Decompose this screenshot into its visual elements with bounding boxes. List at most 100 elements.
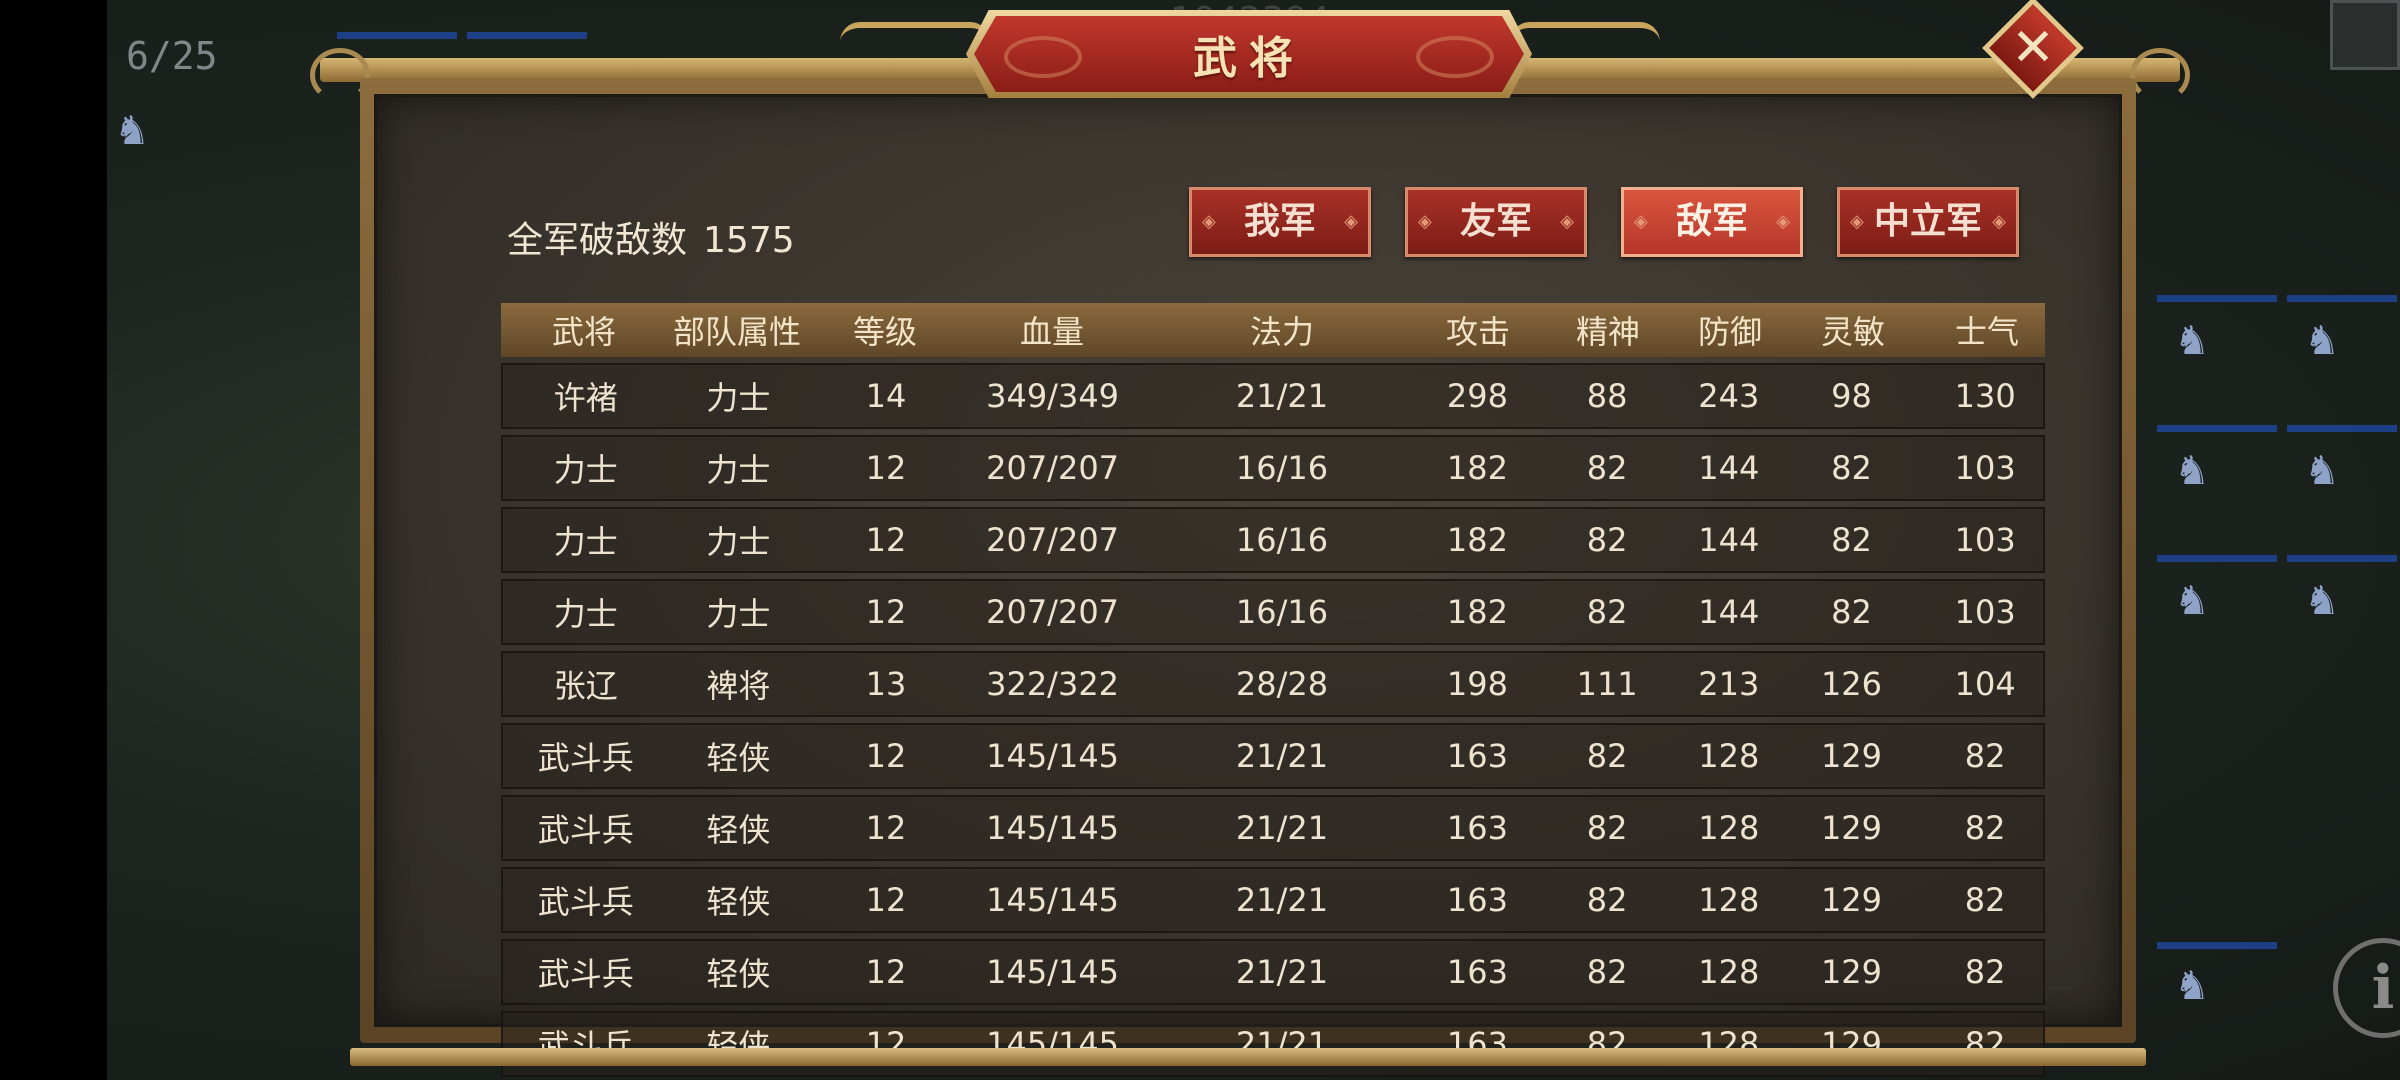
column-header: 士气 xyxy=(1954,313,2019,351)
table-cell: 207/207 xyxy=(986,521,1120,559)
table-cell: 12 xyxy=(865,593,907,631)
table-row[interactable]: 张辽 裨将 13 322/322 28/28 198 111 213 126 104 xyxy=(501,651,2045,717)
table-cell: 14 xyxy=(865,377,907,415)
unit-hp-bar xyxy=(2287,425,2397,432)
table-cell: 82 xyxy=(1831,521,1872,559)
table-cell: 武斗兵 xyxy=(537,883,634,921)
table-cell: 104 xyxy=(1954,665,2016,703)
table-cell: 许褚 xyxy=(553,379,618,417)
table-cell: 21/21 xyxy=(1235,881,1329,919)
table-row[interactable]: 武斗兵 轻侠 12 145/145 21/21 163 82 128 129 82 xyxy=(501,723,2045,789)
map-unit-icon[interactable]: ♞ xyxy=(2167,955,2217,1017)
tab-enemy-army[interactable]: 敌军 xyxy=(1621,187,1803,257)
cloud-ornament-icon xyxy=(1004,36,1082,78)
table-row[interactable]: 武斗兵 轻侠 12 145/145 21/21 163 82 128 129 82 xyxy=(501,1011,2045,1077)
table-cell: 243 xyxy=(1698,377,1760,415)
table-cell: 82 xyxy=(1964,881,2006,919)
table-body: 许褚 力士 14 349/349 21/21 298 88 243 98 130 力士 力士 12 207… xyxy=(501,363,2045,1077)
table-row[interactable]: 许褚 力士 14 349/349 21/21 298 88 243 98 130 xyxy=(501,363,2045,429)
table-cell: 16/16 xyxy=(1235,521,1329,559)
unit-hp-bar xyxy=(467,32,587,39)
table-cell: 145/145 xyxy=(986,881,1120,919)
table-cell: 145/145 xyxy=(986,953,1120,991)
dialog-title: 武将 xyxy=(1193,33,1305,84)
table-cell: 力士 xyxy=(553,451,618,489)
table-cell: 12 xyxy=(865,953,907,991)
map-unit-icon[interactable]: ♞ xyxy=(2297,440,2347,502)
generals-table: 武将 部队属性 等级 血量 法力 攻击 精神 防御 灵敏 士气 许褚力士 14 34… xyxy=(501,303,2045,1077)
map-unit-icon[interactable]: ♞ xyxy=(2167,570,2217,632)
title-wing-ornament xyxy=(840,22,990,68)
table-cell: 129 xyxy=(1820,953,1883,991)
table-cell: 103 xyxy=(1954,449,2016,487)
table-cell: 21/21 xyxy=(1235,809,1329,847)
table-cell: 182 xyxy=(1446,593,1508,631)
table-header: 武将 部队属性 等级 血量 法力 攻击 精神 防御 灵敏 士气 xyxy=(501,303,2045,357)
table-row[interactable]: 武斗兵 轻侠 12 145/145 21/21 163 82 128 129 82 xyxy=(501,795,2045,861)
table-cell: 张辽 xyxy=(553,667,618,705)
table-cell: 98 xyxy=(1831,377,1872,415)
table-cell: 322/322 xyxy=(986,665,1120,703)
table-cell: 12 xyxy=(865,449,907,487)
table-cell: 裨将 xyxy=(706,667,771,705)
table-cell: 13 xyxy=(865,665,907,703)
table-cell: 82 xyxy=(1586,881,1628,919)
table-row[interactable]: 力士 力士 12 207/207 16/16 182 82 144 82 103 xyxy=(501,435,2045,501)
column-header: 等级 xyxy=(852,313,917,351)
table-cell: 82 xyxy=(1586,593,1628,631)
table-cell: 130 xyxy=(1954,377,2016,415)
column-header: 精神 xyxy=(1575,313,1640,351)
unit-hp-bar xyxy=(2157,942,2277,949)
title-plaque: 武将 xyxy=(974,16,1524,92)
turn-counter: 6/25 xyxy=(126,34,218,78)
table-cell: 82 xyxy=(1586,953,1628,991)
table-cell: 力士 xyxy=(706,523,771,561)
table-cell: 103 xyxy=(1954,521,2016,559)
column-header: 防御 xyxy=(1697,313,1762,351)
table-row[interactable]: 力士 力士 12 207/207 16/16 182 82 144 82 103 xyxy=(501,507,2045,573)
table-cell: 145/145 xyxy=(986,737,1120,775)
tab-our-army[interactable]: 我军 xyxy=(1189,187,1371,257)
table-cell: 武斗兵 xyxy=(537,811,634,849)
total-kill-count: 全军破敌数 1575 xyxy=(507,211,795,263)
table-row[interactable]: 武斗兵 轻侠 12 145/145 21/21 163 82 128 129 82 xyxy=(501,867,2045,933)
tab-allied-army[interactable]: 友军 xyxy=(1405,187,1587,257)
table-row[interactable]: 武斗兵 轻侠 12 145/145 21/21 163 82 128 129 82 xyxy=(501,939,2045,1005)
map-unit-icon[interactable]: ♞ xyxy=(2297,310,2347,372)
table-cell: 163 xyxy=(1446,737,1508,775)
table-cell: 144 xyxy=(1698,521,1760,559)
table-cell: 82 xyxy=(1586,737,1628,775)
column-header: 血量 xyxy=(1019,313,1084,351)
kill-count-value: 1575 xyxy=(703,220,795,261)
tab-neutral-army[interactable]: 中立军 xyxy=(1837,187,2019,257)
table-cell: 21/21 xyxy=(1235,377,1329,415)
table-cell: 82 xyxy=(1831,593,1872,631)
table-cell: 21/21 xyxy=(1235,737,1329,775)
table-cell: 111 xyxy=(1576,665,1638,703)
table-cell: 349/349 xyxy=(986,377,1120,415)
table-cell: 82 xyxy=(1964,953,2006,991)
map-unit-icon[interactable]: ♞ xyxy=(2167,310,2217,372)
table-cell: 207/207 xyxy=(986,593,1120,631)
map-unit-icon[interactable]: ♞ xyxy=(2297,570,2347,632)
table-cell: 163 xyxy=(1446,809,1508,847)
table-cell: 力士 xyxy=(553,523,618,561)
map-unit-icon[interactable]: ♞ xyxy=(2167,440,2217,502)
unit-hp-bar xyxy=(2157,425,2277,432)
table-cell: 轻侠 xyxy=(706,955,771,993)
table-cell: 298 xyxy=(1446,377,1508,415)
map-unit-icon[interactable]: ♞ xyxy=(107,100,157,162)
table-cell: 28/28 xyxy=(1235,665,1329,703)
table-cell: 144 xyxy=(1698,449,1760,487)
table-row[interactable]: 力士 力士 12 207/207 16/16 182 82 144 82 103 xyxy=(501,579,2045,645)
table-cell: 82 xyxy=(1964,737,2006,775)
table-cell: 12 xyxy=(865,521,907,559)
table-cell: 129 xyxy=(1820,809,1883,847)
table-cell: 82 xyxy=(1586,521,1628,559)
table-cell: 126 xyxy=(1820,665,1883,703)
column-header: 法力 xyxy=(1249,313,1314,351)
table-cell: 力士 xyxy=(553,595,618,633)
column-header: 部队属性 xyxy=(672,313,801,351)
table-cell: 88 xyxy=(1586,377,1628,415)
minimap-thumbnail[interactable] xyxy=(2330,0,2400,70)
